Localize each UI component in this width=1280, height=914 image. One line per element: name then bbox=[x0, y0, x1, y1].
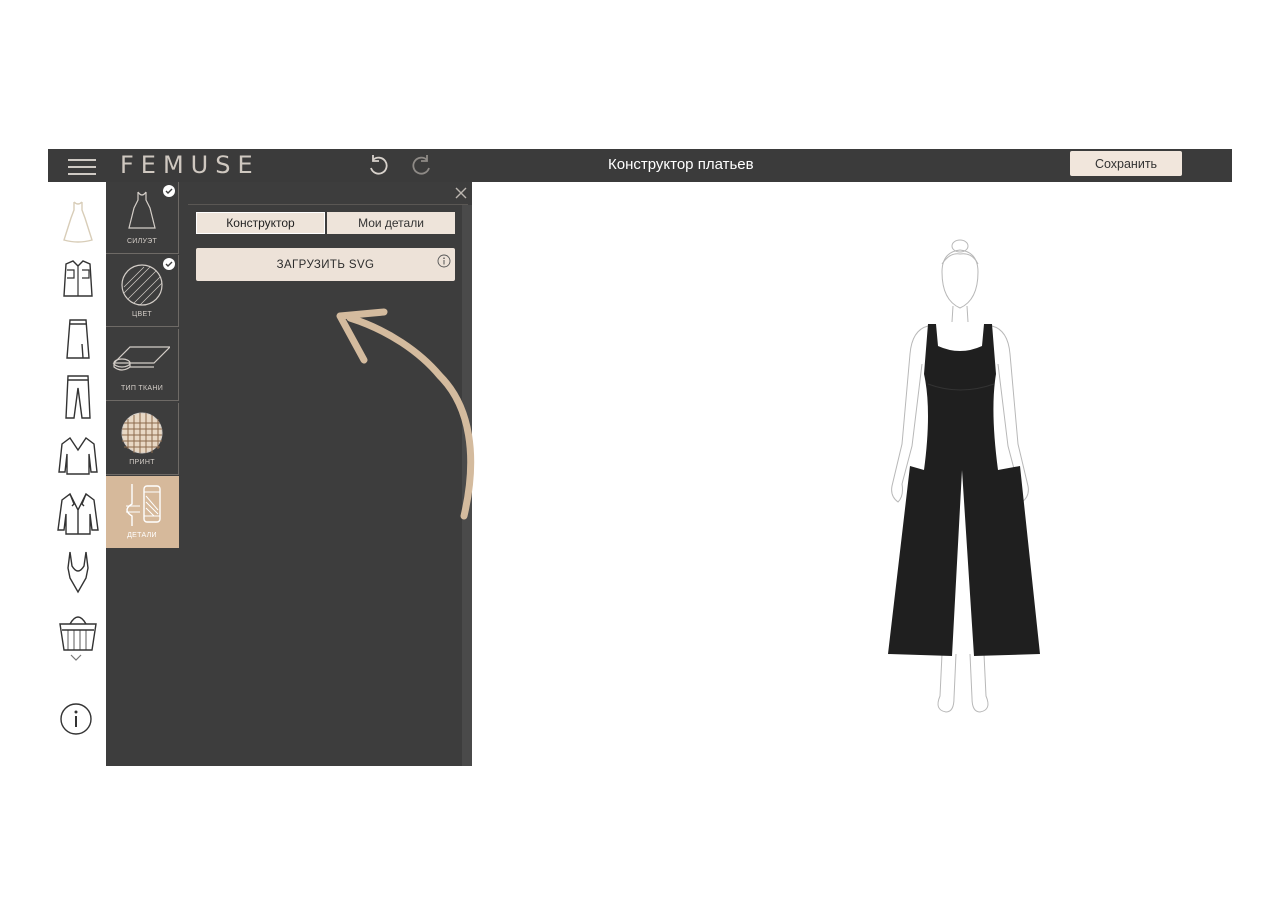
top-bar: FEMUSE Конструктор платьев Сохранить bbox=[48, 149, 1232, 182]
tab-label: ТИП ТКАНИ bbox=[120, 385, 164, 392]
save-button[interactable]: Сохранить bbox=[1070, 151, 1182, 176]
swimsuit-icon[interactable] bbox=[56, 548, 100, 598]
tab-silhouette[interactable]: СИЛУЭТ bbox=[106, 182, 179, 254]
category-bar bbox=[48, 182, 106, 766]
tab-fabric-type[interactable]: ТИП ТКАНИ bbox=[106, 329, 179, 401]
tab-label: ДЕТАЛИ bbox=[127, 532, 157, 539]
divider bbox=[188, 204, 468, 205]
tab-constructor[interactable]: Конструктор bbox=[196, 212, 325, 234]
check-icon bbox=[163, 258, 175, 270]
chevron-down-icon[interactable] bbox=[68, 652, 84, 664]
upload-svg-button[interactable]: ЗАГРУЗИТЬ SVG bbox=[196, 248, 455, 281]
constructor-tabs: СИЛУЭТ ЦВЕТ ТИП ТКАНИ ПРИНТ ДЕТАЛИ bbox=[106, 182, 180, 766]
tab-details[interactable]: ДЕТАЛИ bbox=[106, 476, 179, 548]
jacket-icon[interactable] bbox=[56, 490, 100, 540]
skirt-icon[interactable] bbox=[56, 314, 100, 364]
undo-icon[interactable] bbox=[366, 153, 390, 177]
details-icon bbox=[126, 484, 161, 526]
print-icon bbox=[121, 412, 163, 454]
tab-my-details[interactable]: Мои детали bbox=[327, 212, 455, 234]
fabric-icon bbox=[112, 346, 170, 371]
mannequin-preview bbox=[888, 239, 1040, 713]
tab-color[interactable]: ЦВЕТ bbox=[106, 255, 179, 327]
tab-label: СИЛУЭТ bbox=[126, 238, 158, 245]
hint-arrow bbox=[336, 308, 475, 520]
check-icon bbox=[163, 185, 175, 197]
tab-label: ПРИНТ bbox=[129, 459, 155, 466]
dress-icon[interactable] bbox=[56, 196, 100, 246]
menu-icon[interactable] bbox=[68, 156, 96, 176]
close-icon[interactable] bbox=[454, 186, 468, 200]
info-icon[interactable] bbox=[437, 254, 451, 268]
tab-label: ЦВЕТ bbox=[132, 311, 152, 318]
sweater-icon[interactable] bbox=[56, 432, 100, 482]
color-icon bbox=[121, 264, 163, 306]
tab-print[interactable]: ПРИНТ bbox=[106, 403, 179, 475]
logo[interactable]: FEMUSE bbox=[120, 151, 260, 179]
silhouette-icon bbox=[128, 191, 156, 229]
trousers-icon[interactable] bbox=[56, 372, 100, 422]
shirt-icon[interactable] bbox=[56, 256, 100, 306]
info-icon[interactable] bbox=[60, 703, 92, 735]
redo-icon[interactable] bbox=[410, 153, 434, 177]
page-title: Конструктор платьев bbox=[608, 156, 754, 173]
